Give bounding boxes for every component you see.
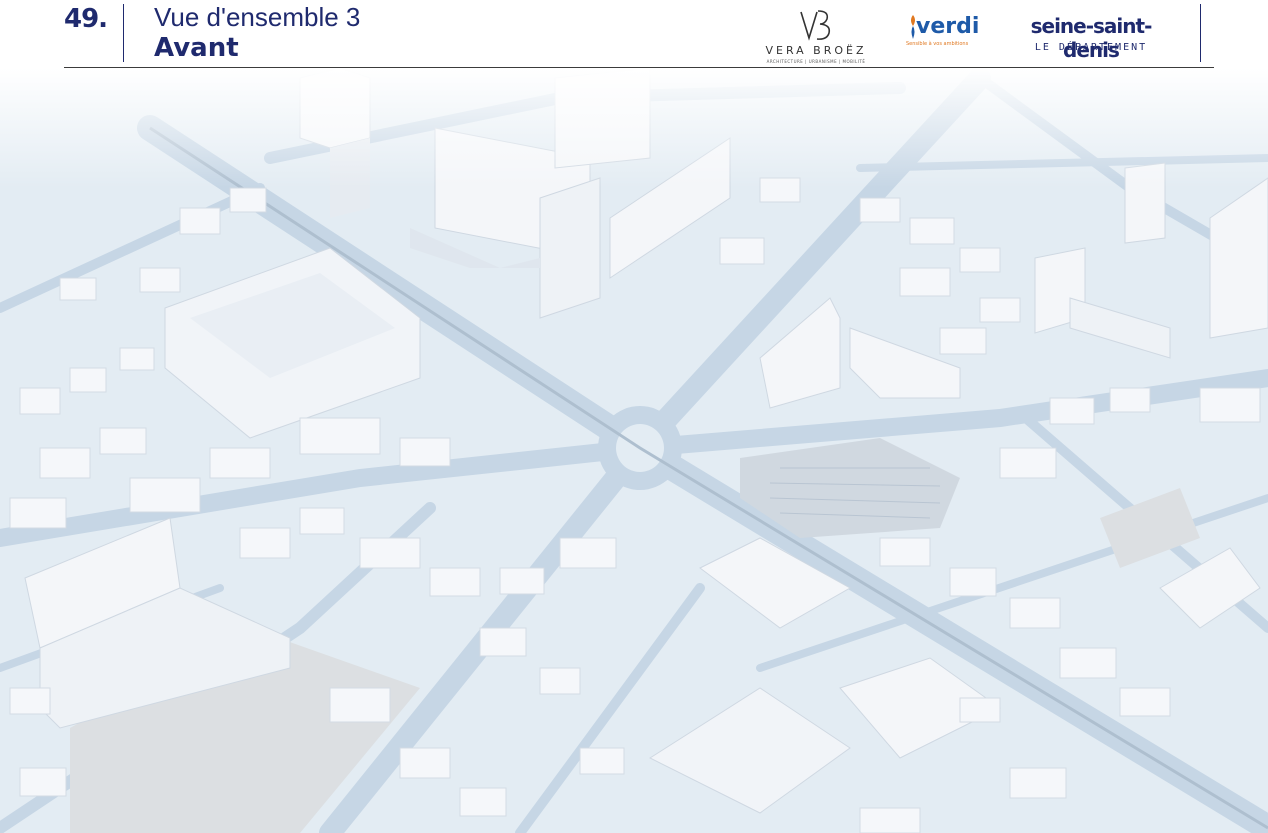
verdi-logo: verdi Sensible à vos ambitions	[906, 10, 980, 54]
ssd-name: seine-saint-denis	[1030, 14, 1153, 62]
verdi-tagline: Sensible à vos ambitions	[906, 41, 969, 47]
page-header: 49. Vue d'ensemble 3 Avant VERA BROËZ AR…	[0, 0, 1268, 68]
verdi-name: verdi	[916, 14, 980, 39]
page-number: 49.	[64, 4, 108, 34]
vera-broez-logo: VERA BROËZ ARCHITECTURE | URBANISME | MO…	[760, 6, 872, 64]
vera-broez-name: VERA BROËZ	[765, 44, 867, 57]
seine-saint-denis-logo: seine-saint-denis LE DÉPARTEMENT	[1010, 14, 1172, 62]
header-divider	[123, 4, 124, 62]
vb-monogram-icon	[800, 10, 831, 41]
header-divider-right	[1200, 4, 1201, 62]
page-subtitle: Avant	[154, 33, 239, 63]
urban-3d-aerial-view	[0, 68, 1268, 833]
vera-broez-tagline: ARCHITECTURE | URBANISME | MOBILITÉ	[766, 59, 866, 64]
page-title: Vue d'ensemble 3	[154, 2, 361, 32]
sky-haze	[0, 68, 1268, 188]
ssd-tagline: LE DÉPARTEMENT	[1034, 42, 1148, 53]
